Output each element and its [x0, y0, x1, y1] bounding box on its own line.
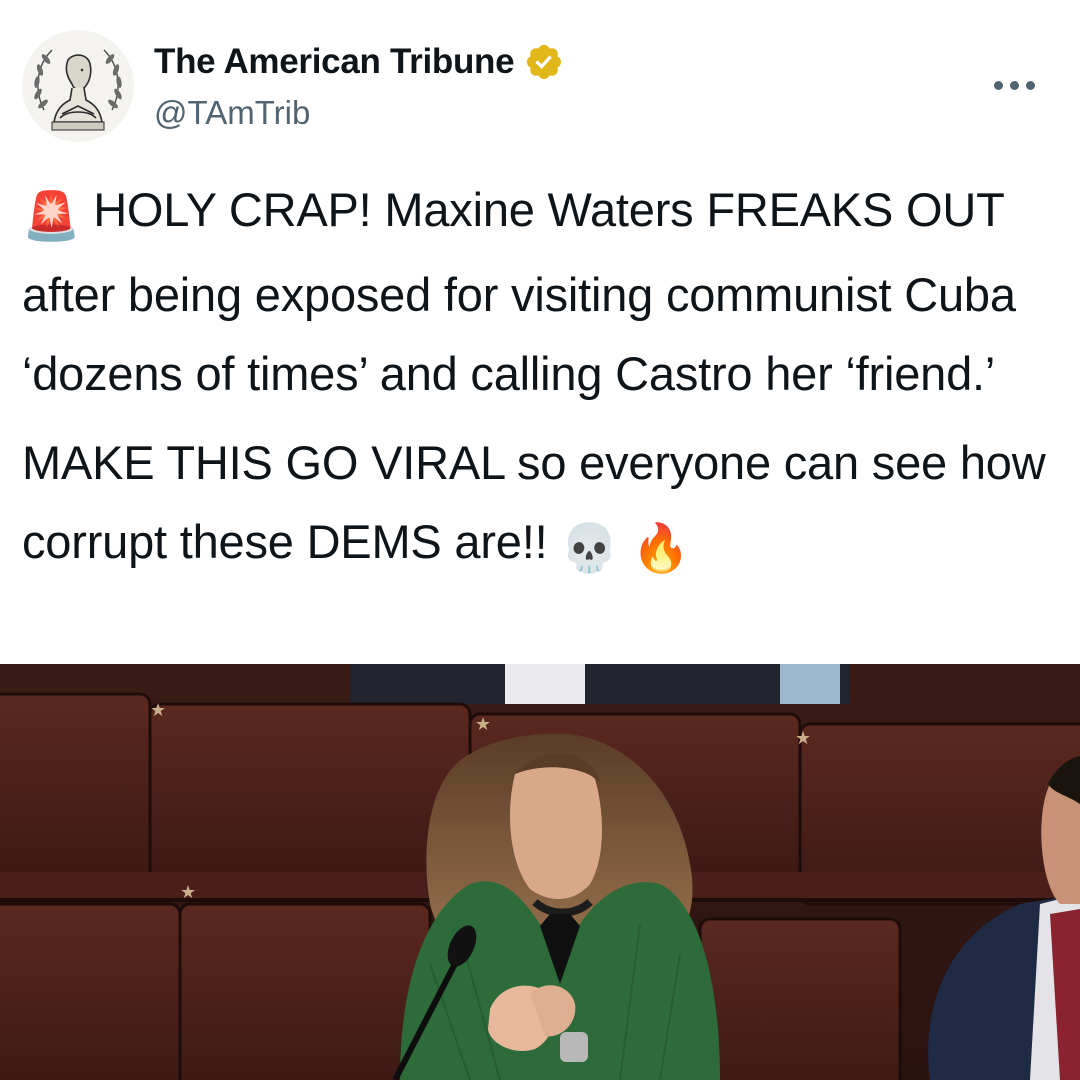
- tweet-paragraph-1-text: HOLY CRAP! Maxine Waters FREAKS OUT afte…: [22, 183, 1016, 400]
- tweet-paragraph-1: 🚨 HOLY CRAP! Maxine Waters FREAKS OUT af…: [22, 170, 1062, 413]
- skull-emoji: 💀: [560, 521, 619, 574]
- svg-text:★: ★: [475, 714, 491, 735]
- more-horizontal-icon: [1025, 80, 1035, 90]
- handle[interactable]: @TAmTrib: [154, 94, 310, 132]
- avatar[interactable]: [22, 30, 134, 142]
- classical-bust-logo-icon: [23, 31, 133, 141]
- svg-text:★: ★: [180, 882, 196, 903]
- name-row: The American Tribune: [154, 42, 564, 82]
- tweet-paragraph-2-text: MAKE THIS GO VIRAL so everyone can see h…: [22, 436, 1046, 568]
- tweet-photo[interactable]: ★ ★ ★ ★ ★: [0, 664, 1080, 1080]
- police-light-emoji: 🚨: [22, 189, 81, 242]
- svg-text:★: ★: [150, 700, 166, 721]
- svg-text:★: ★: [795, 728, 811, 749]
- fire-emoji: 🔥: [631, 521, 691, 574]
- tweet-header: The American Tribune @TAmTrib: [22, 30, 1058, 142]
- verified-badge-icon[interactable]: [524, 42, 564, 82]
- house-floor-speaker-photo: ★ ★ ★ ★ ★: [0, 664, 1080, 1080]
- more-horizontal-icon: [1009, 80, 1019, 90]
- more-horizontal-icon: [993, 80, 1003, 90]
- tweet-card: The American Tribune @TAmTrib 🚨 HOLY CRA…: [0, 0, 1080, 1080]
- tweet-text: 🚨 HOLY CRAP! Maxine Waters FREAKS OUT af…: [22, 170, 1062, 587]
- tweet-paragraph-2: MAKE THIS GO VIRAL so everyone can see h…: [22, 423, 1062, 587]
- more-options-button[interactable]: [984, 70, 1044, 100]
- display-name[interactable]: The American Tribune: [154, 42, 515, 82]
